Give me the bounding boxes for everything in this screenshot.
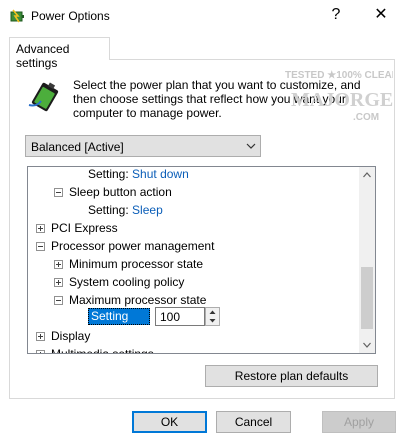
ok-button[interactable]: OK bbox=[132, 411, 207, 433]
plan-dropdown[interactable]: Balanced [Active] bbox=[25, 135, 261, 157]
spin-down-icon[interactable] bbox=[206, 317, 219, 325]
setting-label: Setting: bbox=[88, 203, 129, 217]
title-bar: Power Options ? ✕ bbox=[0, 0, 404, 31]
plan-dropdown-value: Balanced [Active] bbox=[31, 140, 124, 154]
spin-up-icon[interactable] bbox=[206, 308, 219, 316]
restore-plan-defaults-button[interactable]: Restore plan defaults bbox=[205, 365, 378, 387]
shutdown-value-link[interactable]: Shut down bbox=[132, 167, 189, 181]
tab-advanced-settings[interactable]: Advanced settings bbox=[9, 37, 110, 70]
expand-icon[interactable] bbox=[54, 278, 63, 287]
expand-icon[interactable] bbox=[36, 350, 45, 353]
plan-description: Select the power plan that you want to c… bbox=[73, 78, 361, 120]
spin-buttons[interactable] bbox=[205, 307, 220, 326]
collapse-icon[interactable] bbox=[36, 242, 45, 251]
tree-row-sleep-setting[interactable]: Setting: Sleep bbox=[88, 201, 163, 219]
chevron-down-icon bbox=[246, 143, 256, 149]
help-button[interactable]: ? bbox=[326, 2, 346, 28]
apply-button[interactable]: Apply bbox=[322, 411, 396, 433]
scroll-down-icon[interactable] bbox=[359, 337, 375, 353]
collapse-icon[interactable] bbox=[54, 296, 63, 305]
tree-label: PCI Express bbox=[51, 221, 118, 235]
tree-label: System cooling policy bbox=[69, 275, 185, 289]
scrollbar-thumb[interactable] bbox=[361, 267, 373, 329]
max-processor-state-input[interactable]: 100 bbox=[155, 307, 205, 326]
expand-icon[interactable] bbox=[36, 332, 45, 341]
close-button[interactable]: ✕ bbox=[366, 2, 396, 28]
battery-plan-icon bbox=[28, 82, 59, 112]
tree-row-shutdown-setting[interactable]: Setting: Shut down bbox=[88, 167, 189, 183]
tree-label: Minimum processor state bbox=[69, 257, 204, 271]
tree-scrollbar[interactable] bbox=[359, 167, 375, 353]
scroll-up-icon[interactable] bbox=[359, 167, 375, 183]
tree-label: Processor power management bbox=[51, 239, 215, 253]
tree-label: Sleep button action bbox=[69, 185, 172, 199]
sleep-value-link[interactable]: Sleep bbox=[132, 203, 163, 217]
collapse-icon[interactable] bbox=[54, 188, 63, 197]
window-title: Power Options bbox=[31, 9, 110, 23]
expand-icon[interactable] bbox=[36, 224, 45, 233]
tree-label: Multimedia settings bbox=[51, 347, 154, 354]
expand-icon[interactable] bbox=[54, 260, 63, 269]
tree-label: Display bbox=[51, 329, 91, 343]
max-processor-setting-label[interactable]: Setting (%): bbox=[88, 308, 150, 338]
cancel-button[interactable]: Cancel bbox=[216, 411, 291, 433]
setting-label: Setting: bbox=[88, 167, 129, 181]
power-options-icon bbox=[10, 9, 24, 23]
